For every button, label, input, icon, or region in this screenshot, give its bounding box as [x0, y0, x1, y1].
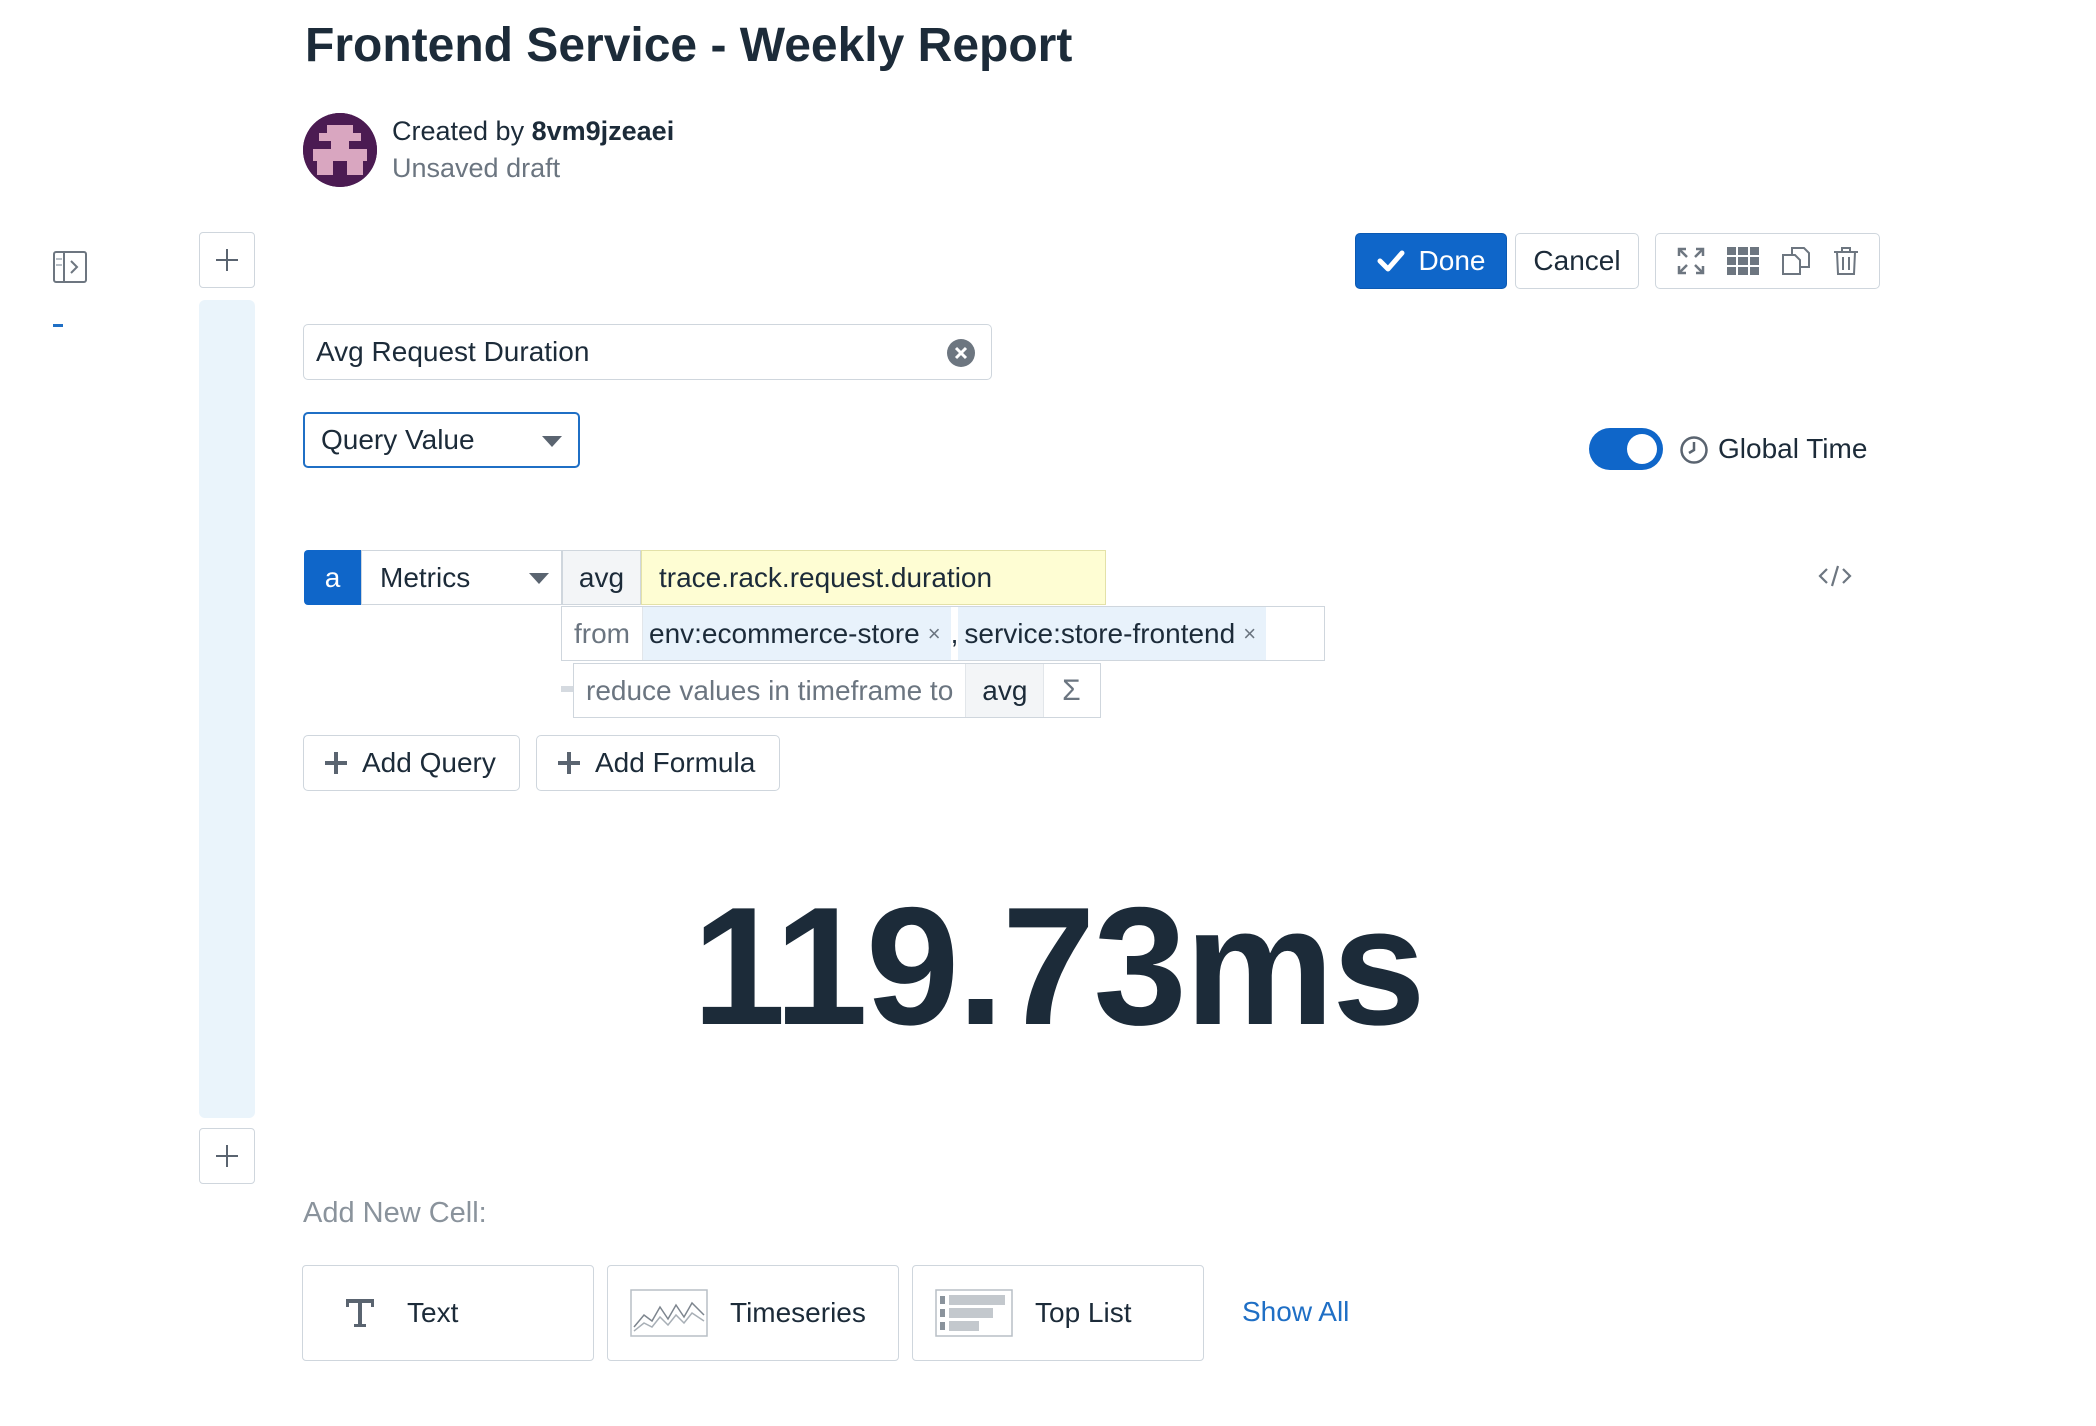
add-text-cell-button[interactable]: Text	[302, 1265, 594, 1361]
clone-icon[interactable]	[1780, 245, 1812, 277]
filter-tag[interactable]: env:ecommerce-store ×	[643, 607, 951, 660]
trash-icon[interactable]	[1833, 246, 1859, 276]
checkmark-icon	[1377, 250, 1405, 272]
timeseries-chart-icon	[630, 1289, 708, 1337]
avatar-pattern-icon	[303, 113, 377, 187]
global-time-label: Global Time	[1718, 433, 1868, 464]
add-timeseries-cell-button[interactable]: Timeseries	[607, 1265, 899, 1361]
avatar	[303, 113, 377, 187]
expand-icon[interactable]	[1676, 246, 1706, 276]
plus-icon	[558, 752, 580, 774]
created-by: Created by 8vm9jzeaei	[392, 116, 674, 147]
remove-tag-icon[interactable]: ×	[928, 621, 941, 647]
plus-icon	[216, 1145, 238, 1167]
text-type-icon	[346, 1299, 374, 1327]
data-source-value: Metrics	[380, 561, 471, 593]
cell-type-label: Text	[407, 1297, 459, 1328]
add-new-cell-label: Add New Cell:	[303, 1197, 487, 1229]
metric-name-field[interactable]: trace.rack.request.duration	[641, 550, 1106, 605]
chevron-down-icon	[542, 436, 562, 447]
reduce-connector	[561, 686, 573, 692]
from-label: from	[562, 607, 643, 660]
space-aggregator-select[interactable]: avg	[562, 550, 641, 605]
tag-separator: ,	[950, 617, 959, 649]
author-name[interactable]: 8vm9jzeaei	[532, 116, 675, 146]
sidebar-indicator	[53, 324, 63, 327]
add-toplist-cell-button[interactable]: Top List	[912, 1265, 1204, 1361]
done-label: Done	[1418, 245, 1486, 276]
clear-icon[interactable]	[947, 339, 975, 367]
filter-tag[interactable]: service:store-frontend ×	[958, 607, 1267, 660]
global-time-toggle[interactable]	[1589, 428, 1663, 470]
insert-cell-above-button[interactable]	[199, 232, 255, 288]
widget-title-input[interactable]	[316, 333, 916, 371]
plus-icon	[216, 249, 238, 271]
sidebar-toggle-icon[interactable]	[53, 251, 87, 283]
visualization-select-value: Query Value	[321, 424, 475, 455]
remove-tag-icon[interactable]: ×	[1243, 621, 1256, 647]
cell-type-label: Top List	[1035, 1297, 1132, 1328]
widget-title-field	[303, 324, 992, 380]
cancel-button[interactable]: Cancel	[1515, 233, 1639, 289]
reduce-label: reduce values in timeframe to	[574, 664, 967, 717]
show-all-link[interactable]: Show All	[1242, 1296, 1349, 1328]
add-query-button[interactable]: Add Query	[303, 735, 520, 791]
created-by-prefix: Created by	[392, 116, 525, 146]
insert-cell-below-button[interactable]	[199, 1128, 255, 1184]
clock-icon	[1679, 435, 1709, 470]
grid-icon[interactable]	[1727, 247, 1760, 275]
data-source-select[interactable]: Metrics	[361, 550, 562, 605]
cell-type-label: Timeseries	[730, 1297, 866, 1328]
filter-tag-label: service:store-frontend	[964, 617, 1236, 649]
from-filter-row[interactable]: from env:ecommerce-store × , service:sto…	[561, 606, 1325, 661]
toggle-knob	[1627, 434, 1657, 464]
reduce-aggregator-select[interactable]: avg	[966, 664, 1045, 717]
page-title: Frontend Service - Weekly Report	[305, 19, 1073, 72]
visualization-select[interactable]: Query Value	[303, 412, 580, 468]
function-sigma-icon[interactable]: Σ	[1044, 664, 1098, 717]
add-formula-button[interactable]: Add Formula	[536, 735, 780, 791]
toplist-chart-icon	[935, 1289, 1013, 1337]
chevron-down-icon	[529, 573, 549, 584]
query-value-result: 119.73ms	[692, 872, 1425, 1060]
cell-tools	[1655, 233, 1880, 289]
code-view-icon[interactable]	[1818, 563, 1852, 594]
done-button[interactable]: Done	[1355, 233, 1507, 289]
draft-status: Unsaved draft	[392, 153, 561, 183]
query-letter-badge[interactable]: a	[304, 550, 361, 605]
add-query-label: Add Query	[362, 747, 496, 778]
add-formula-label: Add Formula	[595, 747, 756, 778]
filter-tag-label: env:ecommerce-store	[649, 617, 920, 649]
plus-icon	[325, 752, 347, 774]
reduce-row: reduce values in timeframe to avg Σ	[573, 663, 1101, 718]
